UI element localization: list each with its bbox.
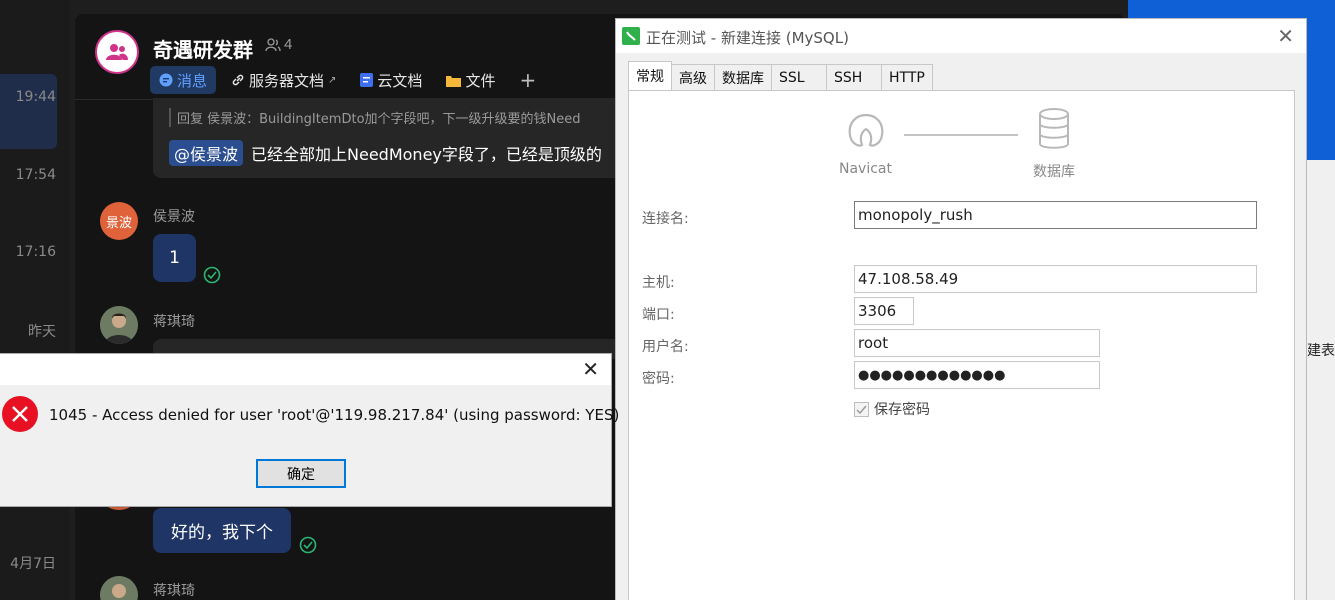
tab-messages[interactable]: 消息	[150, 66, 217, 94]
checkmark-icon	[856, 405, 867, 414]
username-field[interactable]: root	[854, 329, 1100, 357]
chat-time: 17:16	[15, 244, 56, 260]
dialog-title: 正在测试 - 新建连接 (MySQL)	[646, 29, 849, 47]
sender-name: 蒋琪琦	[153, 314, 195, 330]
external-link-icon: ↗	[328, 74, 337, 86]
close-icon[interactable]: ✕	[1277, 24, 1294, 49]
diagram-label-navicat: Navicat	[839, 161, 892, 177]
navicat-app-icon	[622, 27, 640, 45]
connection-name-label: 连接名:	[642, 211, 689, 227]
tab-server-docs[interactable]: 服务器文档 ↗	[222, 66, 345, 94]
members-icon	[265, 37, 281, 51]
active-chat-highlight[interactable]	[0, 74, 57, 149]
tab-files[interactable]: 文件	[437, 66, 504, 94]
group-avatar[interactable]	[95, 30, 139, 74]
password-field[interactable]: ●●●●●●●●●●●●●	[854, 361, 1100, 389]
tab-messages-label: 消息	[177, 71, 208, 90]
sender-name: 侯景波	[153, 209, 195, 225]
background-window-panel	[1305, 160, 1335, 600]
save-password-checkbox[interactable]	[854, 401, 869, 417]
reply-message[interactable]: 回复 侯景波：BuildingItemDto加个字段吧，下一级升级要的钱Need…	[153, 98, 623, 178]
tab-ssh[interactable]: SSH	[826, 64, 882, 90]
chat-time: 17:54	[15, 167, 56, 183]
chat-list-strip: 19:44 17:54 17:16 昨天 4月7日	[0, 0, 70, 600]
message-bubble[interactable]: 好的，我下个	[153, 508, 291, 553]
sender-name: 蒋琪琦	[153, 583, 195, 599]
error-dialog: ✕ 1045 - Access denied for user 'root'@'…	[0, 353, 619, 507]
read-check-icon	[203, 266, 221, 284]
error-dialog-titlebar[interactable]: ✕	[0, 354, 611, 385]
tab-cloud-docs[interactable]: 云文档	[351, 66, 431, 94]
password-label: 密码:	[642, 371, 675, 387]
navicat-connection-dialog: 正在测试 - 新建连接 (MySQL) ✕ 常规 高级 数据库 SSL SSH …	[615, 18, 1307, 600]
avatar[interactable]	[100, 306, 138, 344]
read-check-icon	[299, 536, 317, 554]
folder-icon	[446, 75, 462, 87]
database-icon	[1039, 108, 1069, 149]
port-label: 端口:	[642, 307, 675, 323]
close-icon[interactable]: ✕	[582, 357, 599, 382]
reply-content: @侯景波 已经全部加上NeedMoney字段了，已经是顶级的	[169, 140, 602, 166]
person-photo-icon	[100, 576, 138, 600]
tab-cloud-docs-label: 云文档	[377, 71, 423, 90]
diagram-label-database: 数据库	[1033, 164, 1075, 180]
host-field[interactable]: 47.108.58.49	[854, 265, 1257, 293]
host-label: 主机:	[642, 275, 675, 291]
add-tab-button[interactable]: +	[510, 66, 545, 94]
general-settings-panel: Navicat 数据库 连接名: monopoly_rush 主机: 47.10…	[628, 90, 1295, 600]
group-name: 奇遇研发群	[153, 38, 253, 62]
member-count-value: 4	[284, 36, 293, 53]
error-message: 1045 - Access denied for user 'root'@'11…	[49, 406, 620, 424]
ok-button[interactable]: 确定	[256, 459, 346, 488]
mention-tag[interactable]: @侯景波	[169, 140, 244, 166]
port-field[interactable]: 3306	[854, 297, 914, 325]
username-label: 用户名:	[642, 339, 689, 355]
navicat-logo-icon	[848, 113, 884, 147]
chat-time: 4月7日	[10, 556, 56, 572]
error-icon	[2, 396, 38, 432]
message-icon	[159, 73, 173, 87]
chat-tabs: 消息 服务器文档 ↗ 云文档 文件 +	[150, 66, 545, 94]
dialog-titlebar[interactable]: 正在测试 - 新建连接 (MySQL) ✕	[616, 19, 1306, 53]
avatar[interactable]	[100, 576, 138, 600]
tab-ssl[interactable]: SSL	[771, 64, 827, 90]
tab-files-label: 文件	[465, 71, 496, 90]
member-count[interactable]: 4	[265, 36, 292, 53]
save-password-label: 保存密码	[874, 402, 930, 418]
chat-time: 19:44	[15, 89, 56, 105]
cloud-doc-icon	[360, 73, 374, 87]
tab-database[interactable]: 数据库	[714, 64, 772, 90]
message-bubble[interactable]: 1	[153, 234, 196, 282]
tab-general[interactable]: 常规	[628, 61, 672, 90]
tab-http[interactable]: HTTP	[881, 64, 933, 90]
connection-line	[904, 134, 1018, 136]
tab-advanced[interactable]: 高级	[671, 64, 715, 90]
reply-quote: 回复 侯景波：BuildingItemDto加个字段吧，下一级升级要的钱Need	[169, 108, 581, 127]
group-icon	[106, 44, 128, 60]
avatar[interactable]: 景波	[100, 202, 138, 240]
person-photo-icon	[100, 306, 138, 344]
chat-time: 昨天	[28, 324, 56, 340]
connection-tabs: 常规 高级 数据库 SSL SSH HTTP	[628, 61, 933, 90]
background-window-text: 建表	[1307, 343, 1335, 359]
save-password-row[interactable]: 保存密码	[854, 399, 930, 419]
link-icon	[232, 74, 244, 86]
reply-text: 已经全部加上NeedMoney字段了，已经是顶级的	[251, 145, 602, 164]
tab-server-docs-label: 服务器文档	[249, 71, 325, 90]
connection-name-field[interactable]: monopoly_rush	[854, 201, 1257, 229]
